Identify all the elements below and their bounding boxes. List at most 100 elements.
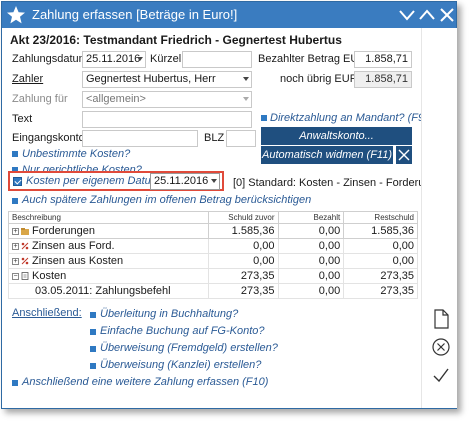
- checkbox-checked-icon[interactable]: [13, 177, 22, 186]
- table-row[interactable]: − Kosten 273,35 0,00 273,35: [8, 268, 418, 284]
- checkbox-icon[interactable]: [90, 363, 96, 369]
- row-schuld: 0,00: [207, 253, 279, 269]
- row-bezahlt[interactable]: 0,00: [277, 268, 345, 284]
- row-rest: 1.585,36: [343, 223, 418, 239]
- ueberweisung-fremdgeld-option[interactable]: Überweisung (Fremdgeld) erstellen?: [100, 342, 278, 354]
- eingangskonto-field[interactable]: [82, 130, 198, 147]
- row-description: Kosten: [32, 270, 67, 282]
- star-icon: [7, 6, 25, 24]
- zahler-select[interactable]: Gegnertest Hubertus, Herr: [82, 71, 252, 88]
- row-rest: 0,00: [343, 238, 418, 254]
- bezahlter-betrag-field[interactable]: 1.858,71: [354, 51, 412, 68]
- checkbox-icon[interactable]: [12, 198, 18, 204]
- noch-uebrig-label: noch übrig EUR: [280, 73, 358, 85]
- chevron-up-icon[interactable]: [417, 5, 437, 25]
- row-rest: 273,35: [343, 283, 418, 299]
- text-field[interactable]: [82, 111, 252, 128]
- table-row[interactable]: + Zinsen aus Ford. 0,00 0,00 0,00: [8, 238, 418, 254]
- kosten-datum-value: 25.11.2016: [154, 175, 209, 187]
- checkbox-icon[interactable]: [261, 115, 267, 121]
- direktzahlung-option[interactable]: Direktzahlung an Mandant? (F9): [270, 112, 428, 124]
- checkbox-icon[interactable]: [12, 380, 18, 386]
- row-schuld: 1.585,36: [207, 223, 279, 239]
- zahlung-fuer-select[interactable]: <allgemein>: [82, 91, 252, 108]
- row-bezahlt[interactable]: 0,00: [277, 283, 345, 299]
- blz-field[interactable]: [226, 130, 256, 147]
- zahler-label: Zahler: [12, 73, 44, 85]
- expand-icon[interactable]: +: [12, 227, 19, 235]
- percent-icon: [21, 242, 29, 250]
- checkmark-icon[interactable]: [430, 364, 452, 386]
- chevron-down-icon[interactable]: [243, 77, 249, 81]
- row-description: Forderungen: [32, 225, 95, 237]
- noch-uebrig-value: 1.858,71: [365, 73, 408, 85]
- checkbox-icon[interactable]: [90, 346, 96, 352]
- title-bar: Zahlung erfassen [Beträge in Euro!]: [2, 2, 456, 28]
- row-bezahlt[interactable]: 0,00: [277, 238, 345, 254]
- kosten-datum-field[interactable]: 25.11.2016: [150, 173, 220, 190]
- zahlungsdatum-label: Zahlungsdatum: [12, 53, 88, 65]
- table-row[interactable]: 03.05.2011: Zahlungsbefehl 273,35 0,00 2…: [8, 283, 418, 299]
- bezahlter-betrag-label: Bezahlter Betrag EUR: [258, 53, 367, 65]
- row-description: 03.05.2011: Zahlungsbefehl: [35, 285, 171, 297]
- close-icon: [398, 149, 410, 161]
- zahlungsdatum-field[interactable]: 25.11.2016: [82, 51, 146, 68]
- bezahlter-betrag-value: 1.858,71: [365, 53, 408, 65]
- kosten-eigenem-datum-highlight: Kosten per eigenem Datum: 25.11.2016: [8, 171, 224, 191]
- unbestimmte-kosten-option[interactable]: Unbestimmte Kosten?: [22, 148, 130, 160]
- expand-icon[interactable]: +: [12, 257, 19, 265]
- kuerzel-label: Kürzel: [150, 53, 182, 65]
- column-header[interactable]: Beschreibung: [8, 211, 209, 224]
- row-bezahlt[interactable]: 0,00: [277, 253, 345, 269]
- payment-table: Beschreibung Schuld zuvor Bezahlt Restsc…: [8, 211, 418, 299]
- folder-icon: [21, 228, 29, 236]
- column-header[interactable]: Bezahlt: [277, 211, 345, 224]
- row-schuld: 273,35: [207, 268, 279, 284]
- zahlungsdatum-value: 25.11.2016: [86, 53, 141, 65]
- anwaltskonto-button[interactable]: Anwaltskonto...: [261, 127, 412, 145]
- noch-uebrig-field: 1.858,71: [354, 71, 412, 88]
- standard-text: [0] Standard: Kosten - Zinsen - Forderun…: [233, 177, 437, 189]
- chevron-down-icon[interactable]: [243, 97, 249, 101]
- close-icon[interactable]: [437, 5, 457, 25]
- checkbox-icon[interactable]: [90, 312, 96, 318]
- circle-x-icon[interactable]: [430, 336, 452, 358]
- spaetere-zahlungen-option[interactable]: Auch spätere Zahlungen im offenen Betrag…: [22, 194, 311, 206]
- chevron-down-icon[interactable]: [211, 179, 217, 183]
- ueberleitung-option[interactable]: Überleitung in Buchhaltung?: [100, 308, 238, 320]
- row-bezahlt[interactable]: 0,00: [277, 223, 345, 239]
- row-schuld: 0,00: [207, 238, 279, 254]
- column-header[interactable]: Schuld zuvor: [207, 211, 279, 224]
- checkbox-icon[interactable]: [90, 329, 96, 335]
- document-icon[interactable]: [430, 308, 452, 330]
- row-rest: 0,00: [343, 253, 418, 269]
- eingangskonto-label: Eingangskonto: [12, 132, 85, 144]
- column-header[interactable]: Restschuld: [343, 211, 418, 224]
- anschliessend-label: Anschließend:: [12, 307, 82, 319]
- automatisch-widmen-button[interactable]: Automatisch widmen (F11): [261, 146, 393, 164]
- kosten-eigenem-datum-label[interactable]: Kosten per eigenem Datum:: [26, 175, 163, 187]
- expand-icon[interactable]: +: [12, 242, 19, 250]
- text-label: Text: [12, 113, 33, 125]
- zahlung-fuer-value: <allgemein>: [86, 93, 146, 105]
- collapse-icon[interactable]: −: [12, 272, 19, 280]
- row-description: Zinsen aus Kosten: [32, 255, 124, 267]
- chevron-down-icon[interactable]: [397, 5, 417, 25]
- chevron-down-icon[interactable]: [137, 57, 143, 61]
- kuerzel-field[interactable]: [182, 51, 252, 68]
- table-row[interactable]: + Zinsen aus Kosten 0,00 0,00 0,00: [8, 253, 418, 269]
- close-button[interactable]: [396, 146, 412, 164]
- document-icon: [21, 272, 29, 280]
- checkbox-icon[interactable]: [12, 151, 18, 157]
- ueberweisung-kanzlei-option[interactable]: Überweisung (Kanzlei) erstellen?: [100, 359, 261, 371]
- zahlung-fuer-label: Zahlung für: [12, 93, 68, 105]
- window-title: Zahlung erfassen [Beträge in Euro!]: [32, 7, 238, 22]
- table-row[interactable]: + Forderungen 1.585,36 0,00 1.585,36: [8, 223, 418, 239]
- row-description: Zinsen aus Ford.: [32, 240, 115, 252]
- weitere-zahlung-option[interactable]: Anschließend eine weitere Zahlung erfass…: [22, 376, 268, 388]
- percent-icon: [21, 257, 29, 265]
- blz-label: BLZ: [204, 132, 225, 144]
- einfache-buchung-option[interactable]: Einfache Buchung auf FG-Konto?: [100, 325, 265, 337]
- row-rest: 273,35: [343, 268, 418, 284]
- payment-dialog: Zahlung erfassen [Beträge in Euro!] Akt …: [1, 1, 457, 409]
